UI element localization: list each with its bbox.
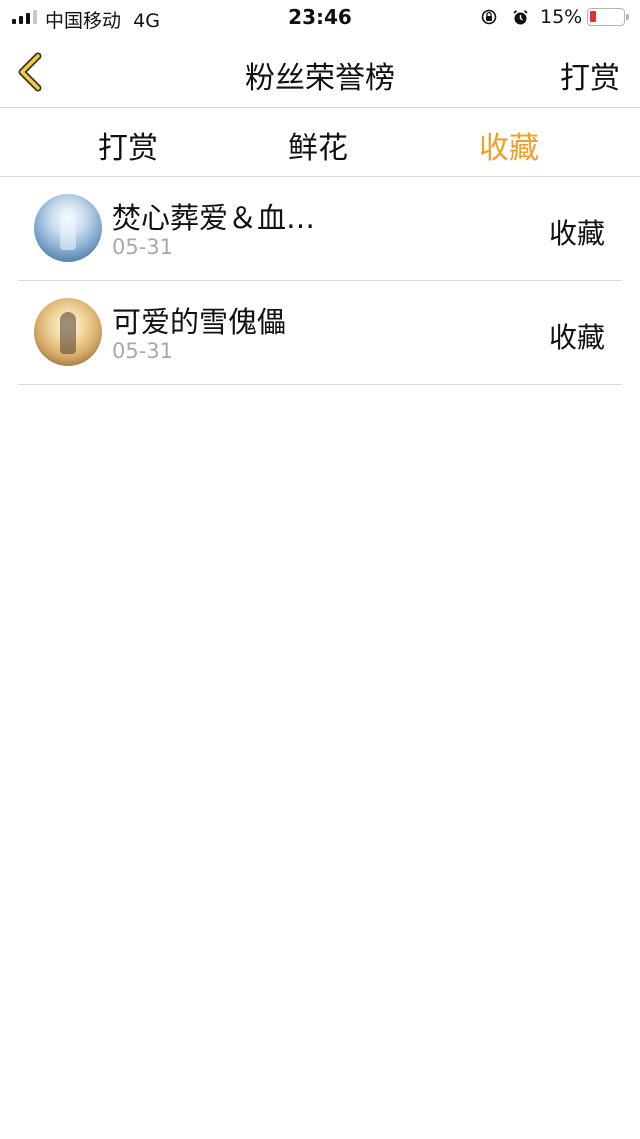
fan-date: 05-31 <box>112 339 174 363</box>
battery-percent: 15% <box>540 6 583 28</box>
reward-button[interactable]: 打赏 <box>560 53 620 97</box>
fan-date: 05-31 <box>112 235 174 259</box>
avatar[interactable] <box>34 298 102 366</box>
avatar[interactable] <box>34 194 102 262</box>
fan-name: 可爱的雪傀儡 <box>112 305 287 339</box>
fan-name: 焚心葬爱＆血… <box>112 201 316 235</box>
tab-reward[interactable]: 打赏 <box>68 123 188 167</box>
tab-favorites[interactable]: 收藏 <box>449 123 569 167</box>
contribution-type: 收藏 <box>548 321 605 354</box>
page-title: 粉丝荣誉榜 <box>245 61 395 96</box>
tab-bar: 打赏 鲜花 收藏 <box>0 108 640 177</box>
contribution-type: 收藏 <box>548 217 605 250</box>
status-bar: 中国移动 4G 23:46 15% <box>0 0 640 36</box>
list-item[interactable]: 焚心葬爱＆血… 05-31 收藏 <box>18 177 622 281</box>
tab-flowers[interactable]: 鲜花 <box>258 123 378 167</box>
nav-bar: 粉丝荣誉榜 打赏 <box>0 36 640 108</box>
alarm-icon <box>513 10 528 25</box>
battery-icon <box>587 8 629 26</box>
fan-list: 焚心葬爱＆血… 05-31 收藏 可爱的雪傀儡 05-31 收藏 <box>0 177 640 385</box>
rotation-lock-icon <box>481 9 497 25</box>
list-item[interactable]: 可爱的雪傀儡 05-31 收藏 <box>18 281 622 385</box>
